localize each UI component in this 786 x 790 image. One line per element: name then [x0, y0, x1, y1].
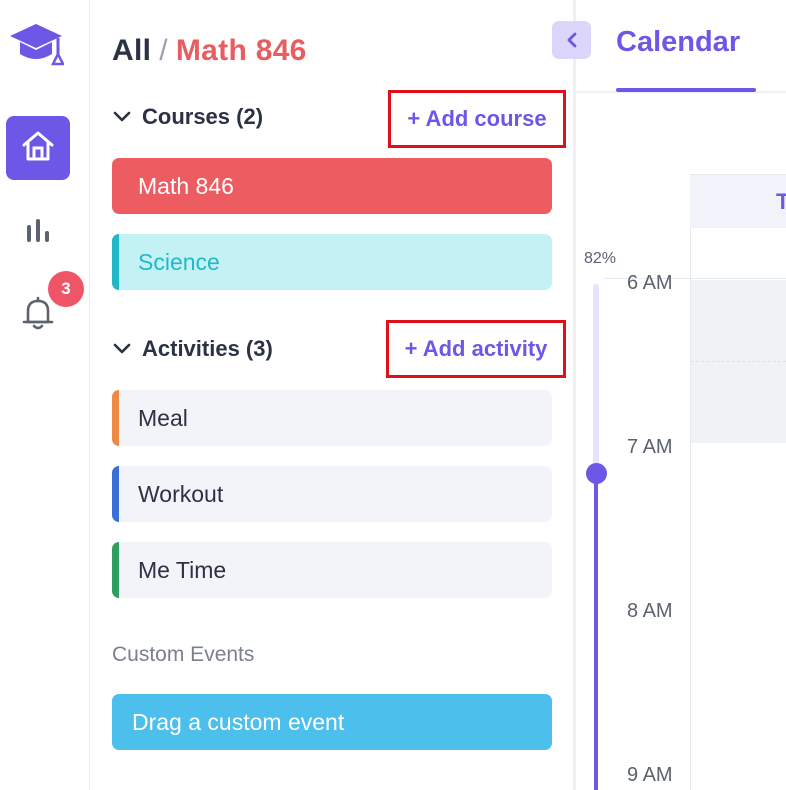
- course-item-math-846[interactable]: Math 846: [112, 158, 552, 214]
- active-tab-indicator: [616, 88, 756, 92]
- chevron-down-icon: [113, 111, 131, 122]
- activity-color-bar: [112, 466, 119, 522]
- activities-heading: Activities (3): [142, 336, 273, 361]
- graduation-cap-icon[interactable]: [8, 20, 66, 70]
- breadcrumb-separator: /: [159, 34, 168, 67]
- collapse-panel-button[interactable]: [552, 21, 591, 59]
- bar-chart-icon: [24, 217, 52, 247]
- bell-icon: [22, 296, 54, 336]
- breadcrumb-current: Math 846: [175, 34, 307, 67]
- breadcrumb: All / Math 846: [112, 34, 307, 68]
- drag-custom-event[interactable]: Drag a custom event: [112, 694, 552, 750]
- activity-color-bar: [112, 542, 119, 598]
- activity-color-bar: [112, 390, 119, 446]
- custom-events-heading: Custom Events: [112, 643, 255, 666]
- chevron-left-icon: [567, 32, 576, 48]
- home-button[interactable]: [6, 116, 70, 180]
- activities-section-toggle[interactable]: Activities (3): [112, 336, 273, 362]
- current-time-handle[interactable]: [586, 463, 607, 484]
- progress-percent: 82%: [584, 250, 617, 267]
- course-item-science[interactable]: Science: [112, 234, 552, 290]
- course-color-bar: [112, 234, 119, 290]
- progress-track-fill: [594, 474, 598, 790]
- courses-section-toggle[interactable]: Courses (2): [112, 104, 263, 130]
- time-label-6am: 6 AM: [627, 272, 673, 294]
- time-label-8am: 8 AM: [627, 600, 673, 622]
- tab-calendar[interactable]: Calendar: [616, 26, 740, 59]
- time-label-9am: 9 AM: [627, 764, 673, 786]
- activity-item-workout[interactable]: Workout: [112, 466, 552, 522]
- courses-heading: Courses (2): [142, 104, 264, 129]
- day-column-header[interactable]: T: [690, 174, 786, 228]
- breadcrumb-root[interactable]: All: [112, 34, 151, 67]
- notifications-button[interactable]: [20, 296, 56, 336]
- activity-label: Workout: [138, 480, 224, 507]
- chevron-down-icon: [113, 343, 131, 354]
- activity-label: Meal: [138, 404, 188, 431]
- nav-rail: 3: [0, 0, 90, 790]
- course-label: Math 846: [138, 172, 234, 199]
- notification-badge: 3: [48, 271, 84, 307]
- half-hour-line: [691, 361, 786, 362]
- course-label: Science: [138, 248, 220, 275]
- activity-item-meal[interactable]: Meal: [112, 390, 552, 446]
- add-course-button[interactable]: + Add course: [388, 90, 566, 148]
- progress-track: [593, 284, 599, 474]
- time-label-7am: 7 AM: [627, 436, 673, 458]
- stats-button[interactable]: [22, 216, 54, 248]
- home-icon: [21, 130, 55, 166]
- activity-item-me-time[interactable]: Me Time: [112, 542, 552, 598]
- courses-panel: All / Math 846 Courses (2) + Add course Ma…: [91, 0, 573, 790]
- day-header-label: T: [776, 189, 786, 215]
- add-activity-button[interactable]: + Add activity: [386, 320, 566, 378]
- activity-label: Me Time: [138, 556, 227, 583]
- panel-divider: [573, 0, 576, 790]
